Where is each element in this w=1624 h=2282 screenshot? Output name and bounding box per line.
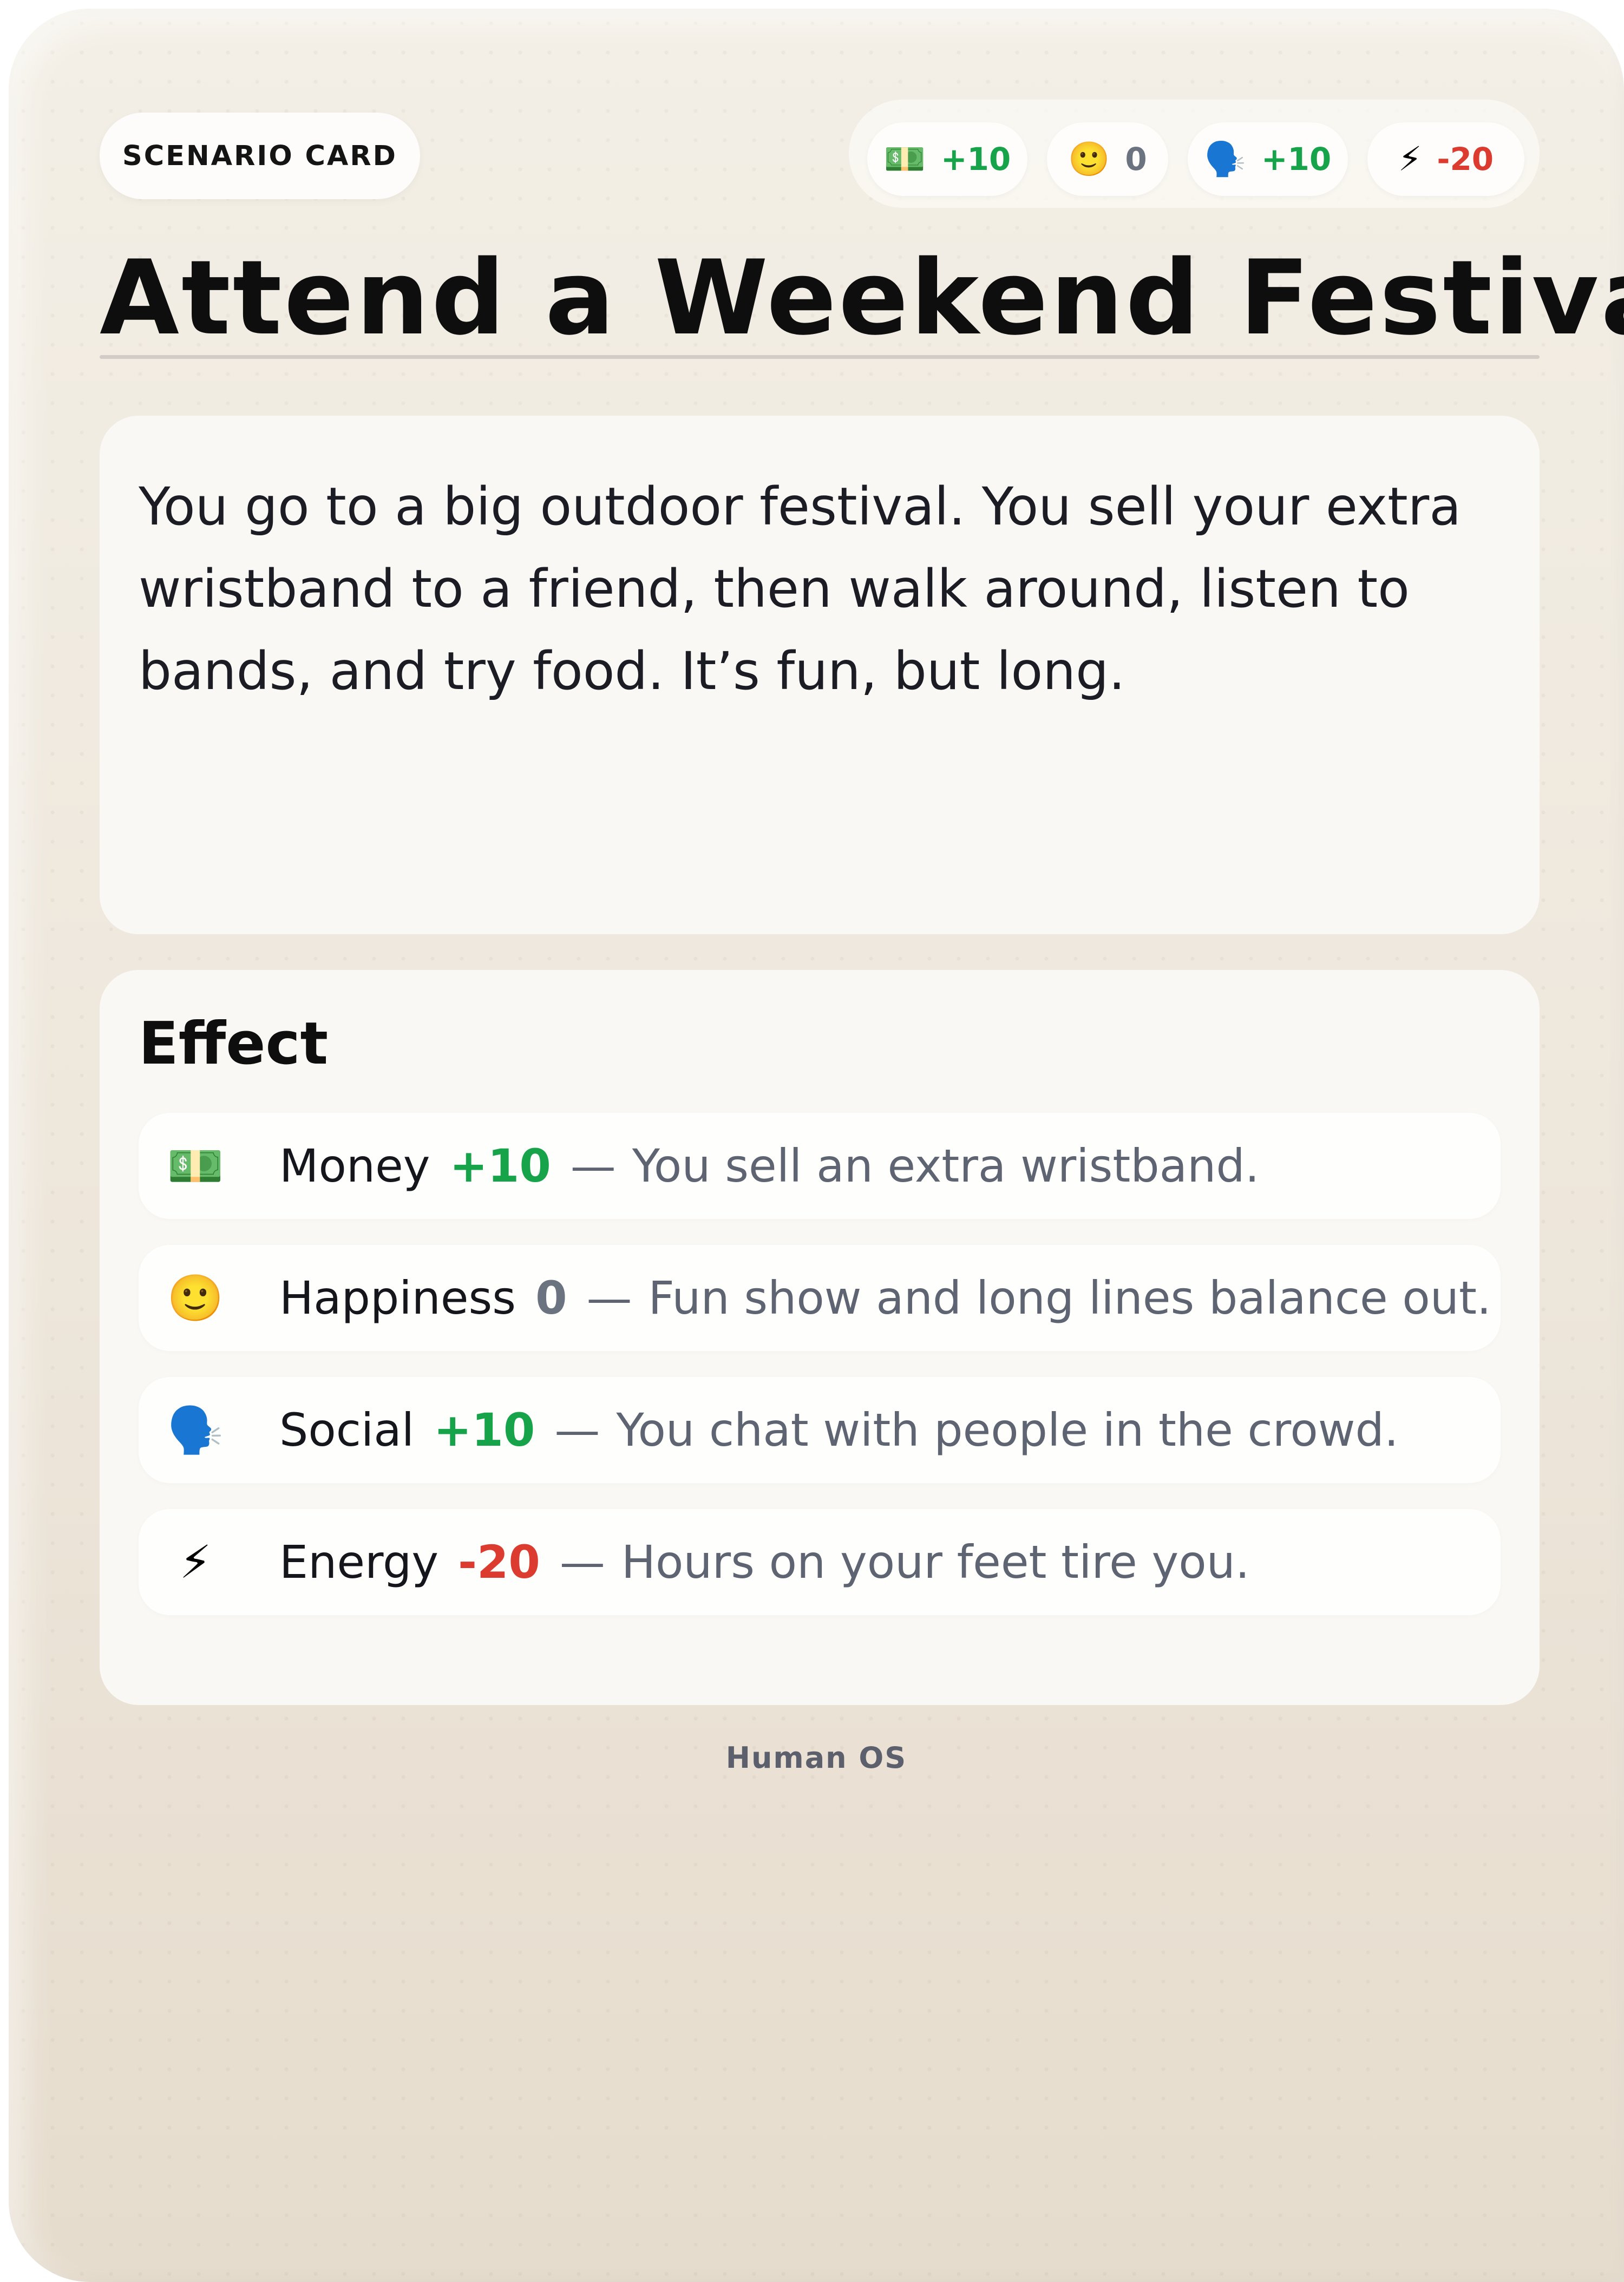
stat-energy-value: -20 [1437, 141, 1494, 178]
effect-dash: — [570, 1139, 616, 1192]
effect-row-energy: ⚡ Energy -20 — Hours on your feet tire y… [139, 1509, 1501, 1615]
effect-reason: Hours on your feet tire you. [621, 1536, 1250, 1589]
effect-row-social: 🗣️ Social +10 — You chat with people in … [139, 1377, 1501, 1483]
stat-money: 💵 +10 [867, 122, 1027, 196]
card-description: You go to a big outdoor festival. You se… [139, 476, 1462, 701]
effect-dash: — [554, 1404, 600, 1457]
description-panel: You go to a big outdoor festival. You se… [100, 416, 1540, 934]
effect-reason: Fun show and long lines balance out. [648, 1271, 1491, 1324]
stat-social-value: +10 [1261, 141, 1332, 178]
effect-delta: +10 [434, 1404, 535, 1457]
effect-dash: — [586, 1271, 632, 1324]
effect-reason: You sell an extra wristband. [632, 1139, 1260, 1192]
effect-reason: You chat with people in the crowd. [616, 1404, 1399, 1457]
effect-delta: 0 [535, 1271, 567, 1324]
social-icon: 🗣️ [1204, 139, 1246, 179]
effect-heading: Effect [139, 1010, 329, 1078]
happiness-icon: 🙂 [1068, 139, 1110, 179]
scenario-card-tag: SCENARIO CARD [100, 113, 420, 199]
effect-panel: Effect 💵 Money +10 — You sell an extra w… [100, 970, 1540, 1705]
stat-energy: ⚡ -20 [1367, 122, 1524, 196]
effect-row-happiness: 🙂 Happiness 0 — Fun show and long lines … [139, 1245, 1501, 1351]
effect-label: Energy [279, 1536, 439, 1589]
stat-social: 🗣️ +10 [1188, 122, 1348, 196]
stat-happiness: 🙂 0 [1047, 122, 1168, 196]
energy-icon: ⚡ [179, 1536, 212, 1589]
effect-label: Happiness [279, 1271, 516, 1324]
effect-row-money: 💵 Money +10 — You sell an extra wristban… [139, 1113, 1501, 1219]
card-footer: Human OS [725, 1741, 907, 1775]
money-icon: 💵 [167, 1139, 224, 1192]
social-icon: 🗣️ [167, 1404, 224, 1457]
scenario-card: SCENARIO CARD 💵 +10 🙂 0 🗣️ +10 ⚡ -20 Att… [9, 9, 1624, 2282]
stat-money-value: +10 [940, 141, 1011, 178]
effect-label: Money [279, 1139, 430, 1192]
happiness-icon: 🙂 [167, 1271, 224, 1324]
effect-label: Social [279, 1404, 415, 1457]
card-title: Attend a Weekend Festival [100, 238, 1624, 358]
stat-happiness-value: 0 [1125, 141, 1147, 178]
title-divider [100, 355, 1540, 359]
money-icon: 💵 [883, 139, 926, 179]
effect-dash: — [559, 1536, 605, 1589]
stats-bar: 💵 +10 🙂 0 🗣️ +10 ⚡ -20 [849, 100, 1540, 208]
energy-icon: ⚡ [1398, 139, 1422, 179]
effect-delta: +10 [449, 1139, 551, 1192]
effect-delta: -20 [458, 1536, 540, 1589]
